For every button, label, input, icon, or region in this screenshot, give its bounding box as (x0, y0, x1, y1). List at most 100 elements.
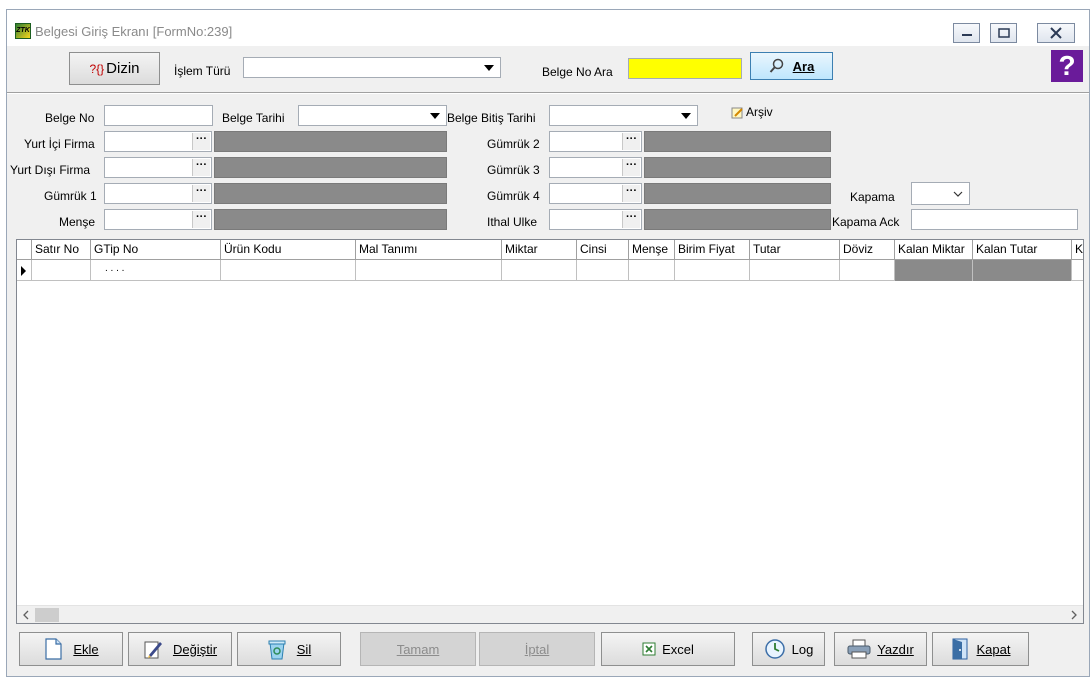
gumruk4-input[interactable]: ··· (549, 183, 642, 204)
col-tutar[interactable]: Tutar (750, 240, 840, 260)
kapat-button[interactable]: Kapat (932, 632, 1029, 666)
yurt-disi-firma-input[interactable]: ··· (104, 157, 212, 178)
kapama-ack-input[interactable] (911, 209, 1078, 230)
gumruk4-label: Gümrük 4 (487, 189, 540, 203)
belge-no-input[interactable] (104, 105, 213, 126)
cell-kalan-tutar (973, 260, 1072, 281)
scrollbar-thumb[interactable] (35, 608, 59, 622)
table-row[interactable]: . . . . (17, 260, 1083, 281)
dizin-button[interactable]: ?{} Dizin (69, 52, 160, 85)
cell-urun-kodu[interactable] (221, 260, 356, 281)
belge-tarihi-picker[interactable] (298, 105, 447, 126)
gumruk2-label: Gümrük 2 (487, 137, 540, 151)
yurt-ici-firma-label: Yurt İçi Firma (24, 137, 95, 151)
sil-button[interactable]: Sil (237, 632, 341, 666)
excel-button[interactable]: Excel (601, 632, 735, 666)
yurt-ici-firma-input[interactable]: ··· (104, 131, 212, 152)
search-icon (769, 58, 783, 73)
gumruk2-desc (644, 131, 831, 152)
ara-label: Ara (792, 58, 815, 74)
col-urun-kodu[interactable]: Ürün Kodu (221, 240, 356, 260)
exit-door-icon (952, 638, 967, 660)
cell-mense[interactable] (629, 260, 675, 281)
gumruk3-input[interactable]: ··· (549, 157, 642, 178)
col-kalan-miktar[interactable]: Kalan Miktar (895, 240, 973, 260)
maximize-button[interactable] (990, 23, 1017, 43)
log-history-icon (764, 639, 785, 659)
close-icon (1050, 27, 1062, 39)
col-miktar[interactable]: Miktar (502, 240, 577, 260)
kapama-label: Kapama (850, 190, 895, 204)
ara-button[interactable]: Ara (750, 52, 833, 80)
chevron-down-icon (484, 65, 494, 71)
yurt-ici-firma-desc (214, 131, 447, 152)
belge-no-ara-label: Belge No Ara (542, 65, 613, 79)
arsiv-link[interactable]: Arşiv (731, 105, 773, 119)
cell-doviz[interactable] (840, 260, 895, 281)
col-satir-no[interactable]: Satır No (32, 240, 91, 260)
grid-corner (17, 240, 32, 260)
col-gtip-no[interactable]: GTip No (91, 240, 221, 260)
minimize-button[interactable] (953, 23, 980, 43)
close-window-button[interactable] (1037, 23, 1075, 43)
log-button[interactable]: Log (752, 632, 825, 666)
col-mal-tanimi[interactable]: Mal Tanımı (356, 240, 502, 260)
gumruk1-input[interactable]: ··· (104, 183, 212, 204)
cell-mal-tanimi[interactable] (356, 260, 502, 281)
ithal-ulke-input[interactable]: ··· (549, 209, 642, 230)
lookup-button[interactable]: ··· (622, 159, 640, 176)
lookup-button[interactable]: ··· (192, 211, 210, 228)
col-doviz[interactable]: Döviz (840, 240, 895, 260)
gumruk3-desc (644, 157, 831, 178)
yazdir-label: Yazdır (877, 641, 914, 657)
lookup-button[interactable]: ··· (192, 185, 210, 202)
col-birim-fiyat[interactable]: Birim Fiyat (675, 240, 750, 260)
mense-input[interactable]: ··· (104, 209, 212, 230)
window-title: Belgesi Giriş Ekranı [FormNo:239] (35, 24, 233, 39)
new-document-icon (45, 638, 62, 660)
yazdir-button[interactable]: Yazdır (834, 632, 927, 666)
cell-cinsi[interactable] (577, 260, 629, 281)
ekle-button[interactable]: Ekle (19, 632, 123, 666)
sil-label: Sil (296, 641, 312, 657)
edit-pencil-icon (144, 641, 162, 659)
lookup-button[interactable]: ··· (192, 133, 210, 150)
belge-bitis-tarihi-picker[interactable] (549, 105, 698, 126)
degistir-button[interactable]: Değiştir (128, 632, 232, 666)
cell-satir-no[interactable] (32, 260, 91, 281)
col-kalan-tutar[interactable]: Kalan Tutar (973, 240, 1072, 260)
yurt-disi-firma-label: Yurt Dışı Firma (10, 163, 91, 177)
excel-label: Excel (662, 641, 694, 657)
iptal-button[interactable]: İptal (479, 632, 595, 666)
degistir-label: Değiştir (172, 641, 218, 657)
lookup-button[interactable]: ··· (622, 211, 640, 228)
printer-icon (847, 639, 871, 659)
cell-miktar[interactable] (502, 260, 577, 281)
tamam-button[interactable]: Tamam (360, 632, 476, 666)
detail-grid[interactable]: Satır No GTip No Ürün Kodu Mal Tanımı Mi… (16, 239, 1084, 624)
scroll-right-icon[interactable] (1069, 610, 1079, 620)
lookup-button[interactable]: ··· (192, 159, 210, 176)
dizin-label: Dizin (106, 60, 140, 77)
gumruk1-label: Gümrük 1 (44, 189, 97, 203)
scroll-left-icon[interactable] (21, 610, 31, 620)
cell-kalan-miktar (895, 260, 973, 281)
gumruk1-desc (214, 183, 447, 204)
cell-birim-fiyat[interactable] (675, 260, 750, 281)
chevron-down-icon (953, 191, 963, 197)
lookup-button[interactable]: ··· (622, 185, 640, 202)
col-k[interactable]: K (1072, 240, 1084, 260)
col-mense[interactable]: Menşe (629, 240, 675, 260)
cell-gtip-no[interactable]: . . . . (91, 260, 221, 281)
lookup-button[interactable]: ··· (622, 133, 640, 150)
search-toolbar: ?{} Dizin İşlem Türü Belge No Ara Ara ? (7, 50, 1089, 88)
kapama-select[interactable] (911, 182, 970, 205)
cell-tutar[interactable] (750, 260, 840, 281)
help-icon[interactable]: ? (1051, 50, 1083, 82)
col-cinsi[interactable]: Cinsi (577, 240, 629, 260)
gumruk2-input[interactable]: ··· (549, 131, 642, 152)
mense-desc (214, 209, 447, 230)
islem-turu-select[interactable] (243, 57, 501, 78)
horizontal-scrollbar[interactable] (17, 605, 1083, 623)
belge-no-ara-input[interactable] (628, 58, 742, 79)
